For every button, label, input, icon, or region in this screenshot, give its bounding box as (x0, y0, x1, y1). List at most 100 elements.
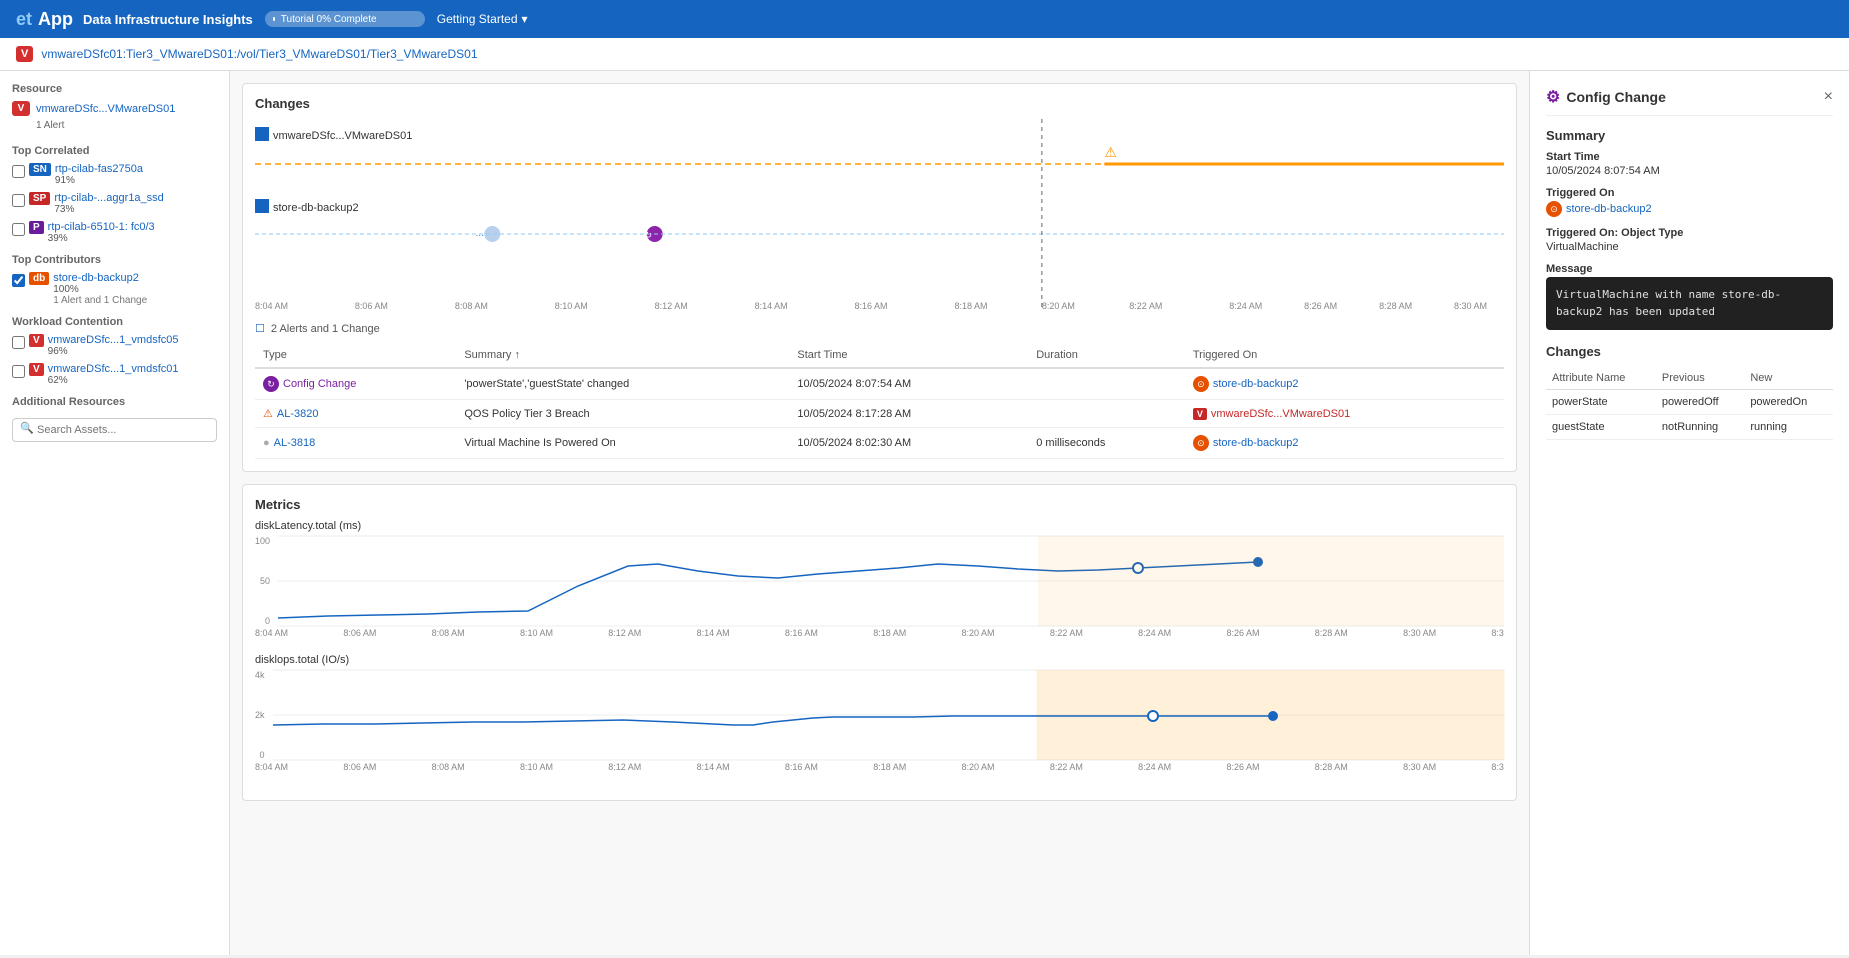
row1-summary: QOS Policy Tier 3 Breach (456, 400, 789, 428)
row2-triggered-link[interactable]: store-db-backup2 (1213, 437, 1299, 449)
triggered-on-icon: ⊙ (1546, 201, 1562, 217)
correlated-checkbox-2[interactable] (12, 223, 25, 236)
workload-pct-0: 96% (48, 346, 179, 357)
row0-starttime: 10/05/2024 8:07:54 AM (789, 368, 1028, 400)
ilbl-2: 8:08 AM (432, 762, 465, 772)
row2-dot2-text: ↻ (645, 230, 653, 240)
triggered-object-type-label: Triggered On: Object Type (1546, 227, 1833, 239)
correlated-checkbox-0[interactable] (12, 165, 25, 178)
ilbl-4: 8:12 AM (608, 762, 641, 772)
iops-y-axis: 4k 2k 0 (255, 670, 269, 760)
correlated-link-2[interactable]: rtp-cilab-6510-1: fc0/3 (48, 221, 155, 233)
latency-alert-region (1038, 536, 1504, 626)
row2-summary: Virtual Machine Is Powered On (456, 428, 789, 459)
vm-badge: V (16, 46, 33, 62)
close-button[interactable]: × (1824, 88, 1833, 106)
correlated-checkbox-1[interactable] (12, 194, 25, 207)
ilbl-5: 8:14 AM (697, 762, 730, 772)
xlabel-4: 8:12 AM (655, 301, 688, 311)
contributor-sub-0: 1 Alert and 1 Change (53, 295, 147, 306)
row1-type-label[interactable]: AL-3820 (277, 408, 319, 420)
contributor-pct-0: 100% (53, 284, 147, 295)
config-icon: ↻ (263, 376, 279, 392)
message-value: VirtualMachine with name store-db-backup… (1556, 288, 1781, 318)
sidebar: Resource V vmwareDSfc...VMwareDS01 1 Ale… (0, 71, 230, 955)
correlated-pct-0: 91% (55, 175, 143, 186)
start-time-label: Start Time (1546, 151, 1833, 163)
progress-bar-fill (273, 17, 275, 21)
col-starttime: Start Time (789, 343, 1028, 368)
xlabel-13: 8:30 AM (1454, 301, 1487, 311)
xlabel-6: 8:16 AM (855, 301, 888, 311)
row0-summary: 'powerState','guestState' changed (456, 368, 789, 400)
xlabel-11: 8:26 AM (1304, 301, 1337, 311)
workload-pct-1: 62% (48, 375, 179, 386)
iops-mid-dot (1148, 711, 1158, 721)
resource-item: V vmwareDSfc...VMwareDS01 (12, 101, 217, 116)
workload-link-1[interactable]: vmwareDSfc...1_vmdsfc01 (48, 363, 179, 375)
correlated-link-1[interactable]: rtp-cilab-...aggr1a_ssd (54, 192, 163, 204)
lbl-3: 8:10 AM (520, 628, 553, 638)
content-area: Changes vmwareDSfc...VMwareDS01 ⚠ store-… (230, 71, 1529, 955)
config-change-type: ↻ Config Change (263, 376, 448, 392)
correlated-info-2: rtp-cilab-6510-1: fc0/3 39% (48, 221, 155, 244)
xlabel-2: 8:08 AM (455, 301, 488, 311)
resource-badge: V (12, 101, 30, 116)
progress-bar[interactable]: Tutorial 0% Complete (265, 11, 425, 27)
iops-chart-area: 4k 2k 0 (255, 670, 1504, 760)
message-field: Message VirtualMachine with name store-d… (1546, 263, 1833, 330)
start-time-field: Start Time 10/05/2024 8:07:54 AM (1546, 151, 1833, 177)
ilbl-13: 8:30 AM (1403, 762, 1436, 772)
workload-title: Workload Contention (12, 316, 217, 328)
resource-link[interactable]: vmwareDSfc...VMwareDS01 (36, 103, 175, 115)
row2-dot1-text: ··· (475, 230, 484, 240)
lbl-4: 8:12 AM (608, 628, 641, 638)
workload-checkbox-0[interactable] (12, 336, 25, 349)
contributor-link-0[interactable]: store-db-backup2 (53, 272, 147, 284)
workload-link-0[interactable]: vmwareDSfc...1_vmdsfc05 (48, 334, 179, 346)
lbl-1: 8:06 AM (343, 628, 376, 638)
metric-chart-latency: diskLatency.total (ms) 100 50 0 (255, 520, 1504, 638)
iops-svg (273, 670, 1504, 760)
panel-title: ⚙ Config Change (1546, 87, 1666, 107)
changes-panel-section: Changes Attribute Name Previous New powe… (1546, 344, 1833, 440)
lbl-11: 8:26 AM (1226, 628, 1259, 638)
triggered-on-link[interactable]: ⊙ store-db-backup2 (1546, 201, 1833, 217)
correlated-info-1: rtp-cilab-...aggr1a_ssd 73% (54, 192, 163, 215)
top-correlated-title: Top Correlated (12, 145, 217, 157)
xlabel-10: 8:24 AM (1229, 301, 1262, 311)
panel-col-prev: Previous (1656, 367, 1744, 390)
row2-legend-box (255, 199, 269, 213)
ilbl-8: 8:20 AM (962, 762, 995, 772)
top-contributors-title: Top Contributors (12, 254, 217, 266)
row2-type-label[interactable]: AL-3818 (274, 437, 316, 449)
lbl-12: 8:28 AM (1315, 628, 1348, 638)
search-icon: 🔍 (20, 422, 34, 435)
correlated-badge-p: P (29, 221, 44, 234)
row2-label: store-db-backup2 (273, 202, 359, 214)
latency-chart-area: 100 50 0 (255, 536, 1504, 626)
row1-triggered-link[interactable]: vmwareDSfc...VMwareDS01 (1211, 408, 1350, 420)
message-label: Message (1546, 263, 1833, 275)
getting-started-button[interactable]: Getting Started ▾ (437, 12, 528, 26)
row0-type-label[interactable]: Config Change (283, 378, 356, 390)
triggered-on-value[interactable]: store-db-backup2 (1566, 203, 1652, 215)
xlabel-1: 8:06 AM (355, 301, 388, 311)
summary-title: Summary (1546, 128, 1833, 143)
panel-title-text: Config Change (1566, 89, 1666, 105)
iops-label: disklops.total (IO/s) (255, 654, 1504, 666)
row1-label: vmwareDSfc...VMwareDS01 (273, 130, 412, 142)
correlated-link-0[interactable]: rtp-cilab-fas2750a (55, 163, 143, 175)
contributor-checkbox-0[interactable] (12, 274, 25, 287)
row0-triggered-link[interactable]: store-db-backup2 (1213, 378, 1299, 390)
search-assets-input[interactable] (12, 418, 217, 442)
panel-attr-1: guestState (1546, 415, 1656, 440)
xlabel-8: 8:20 AM (1042, 301, 1075, 311)
workload-checkbox-1[interactable] (12, 365, 25, 378)
iops-x-labels: 8:04 AM 8:06 AM 8:08 AM 8:10 AM 8:12 AM … (255, 762, 1504, 772)
resource-section-title: Resource (12, 83, 217, 95)
xlabel-5: 8:14 AM (755, 301, 788, 311)
breadcrumb-path: vmwareDSfc01:Tier3_VMwareDS01:/vol/Tier3… (41, 47, 477, 61)
message-box: VirtualMachine with name store-db-backup… (1546, 277, 1833, 330)
workload-badge-v0: V (29, 334, 44, 347)
